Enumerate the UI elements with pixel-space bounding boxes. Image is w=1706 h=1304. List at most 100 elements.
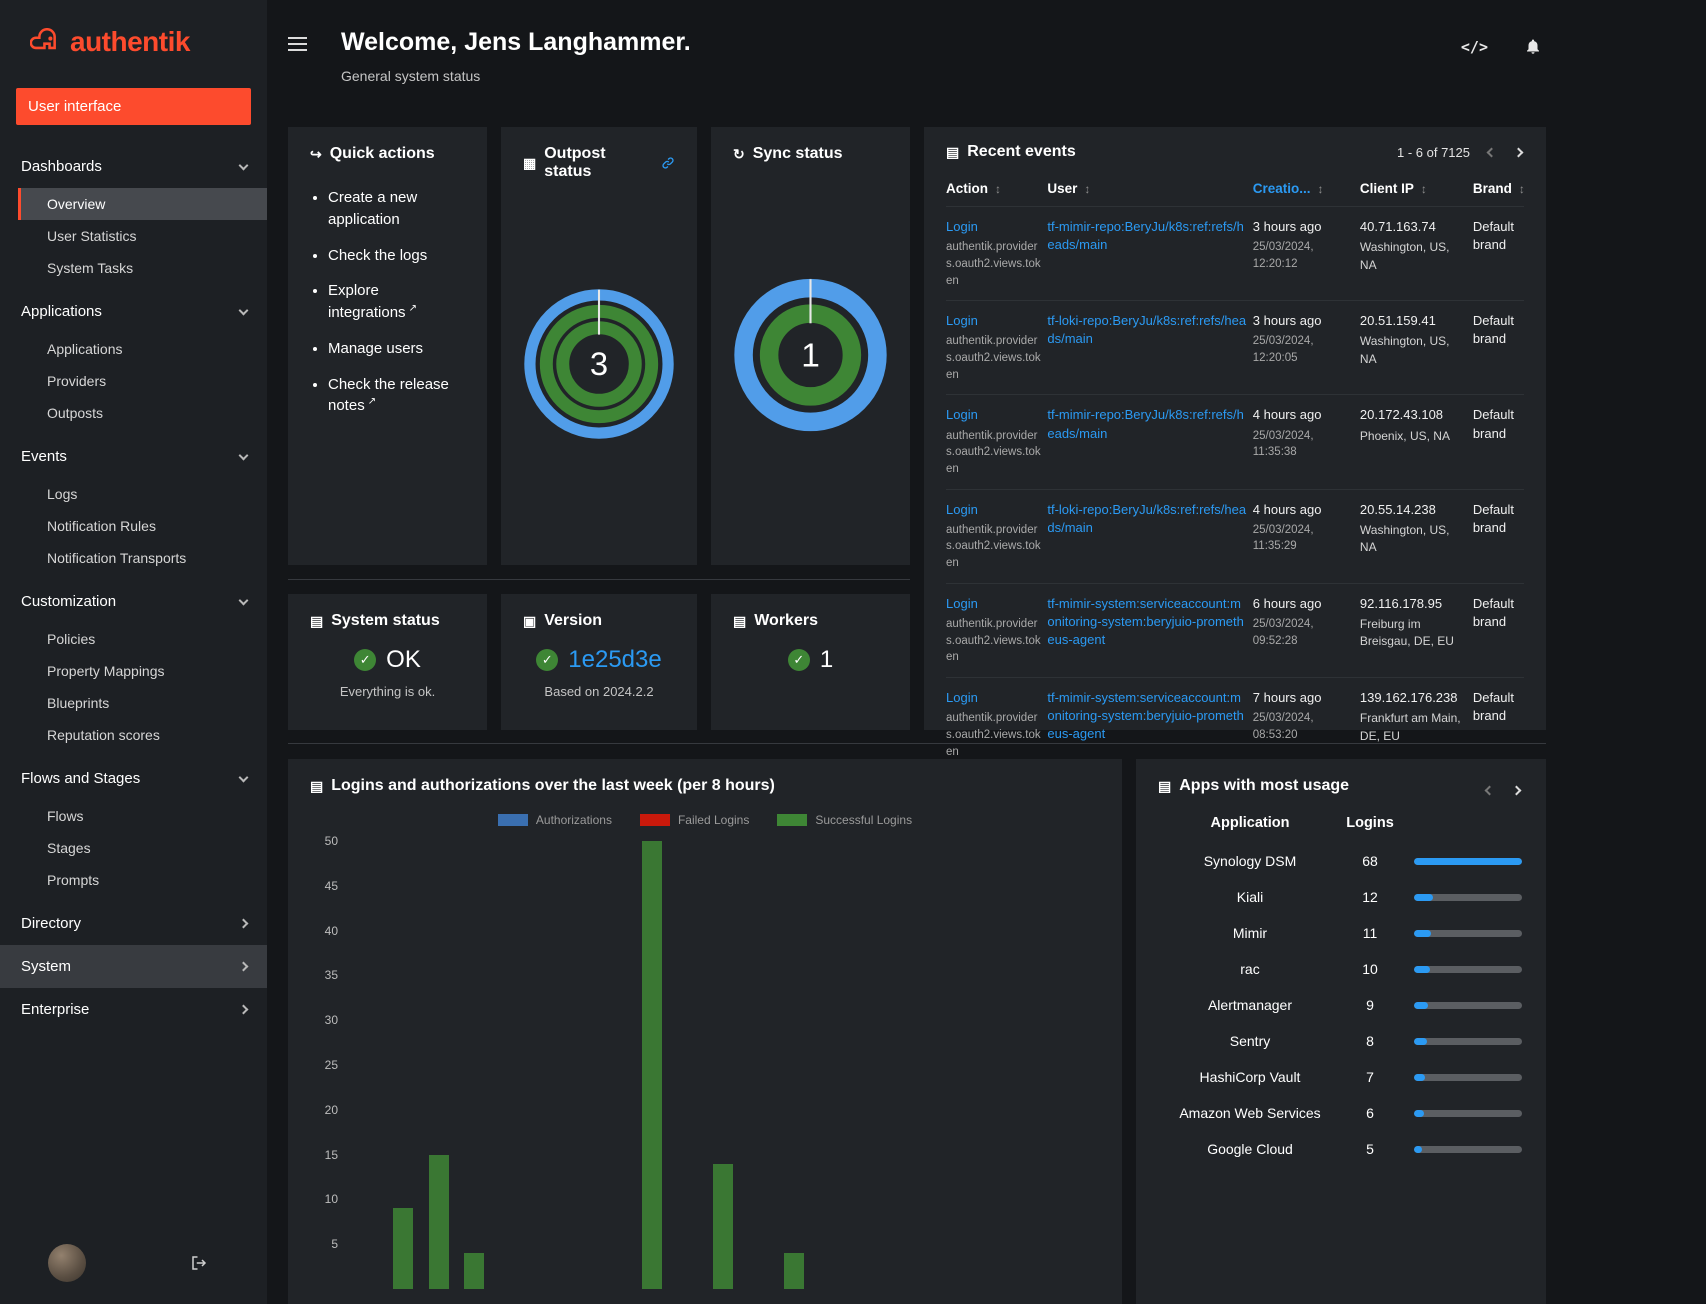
event-row[interactable]: Login authentik.providers.oauth2.views.to…: [946, 300, 1524, 394]
event-row[interactable]: Login authentik.providers.oauth2.views.to…: [946, 206, 1524, 300]
sidebar-item-logs[interactable]: Logs: [18, 478, 267, 510]
version-link[interactable]: 1e25d3e: [568, 646, 661, 674]
sidebar-section-enterprise[interactable]: Enterprise: [0, 988, 267, 1031]
quick-action-create-a-new-application[interactable]: Create a new application: [328, 187, 465, 231]
user-interface-button[interactable]: User interface: [16, 88, 251, 125]
event-action-link[interactable]: Login: [946, 219, 978, 234]
event-user-link[interactable]: tf-mimir-system:serviceaccount:monitorin…: [1047, 596, 1244, 647]
event-action-link[interactable]: Login: [946, 407, 978, 422]
event-user-link[interactable]: tf-mimir-system:serviceaccount:monitorin…: [1047, 690, 1244, 741]
quick-action-manage-users[interactable]: Manage users: [328, 338, 465, 360]
check-circle-icon: ✓: [354, 649, 377, 671]
column-header-action[interactable]: Action ↕: [946, 173, 1041, 206]
sidebar-footer: [0, 1226, 267, 1304]
apps-usage-row: HashiCorp Vault 7: [1158, 1059, 1524, 1095]
chart-bin: [1061, 841, 1097, 1289]
events-pagination-top: 1 - 6 of 7125: [1397, 145, 1524, 160]
legend-item-successful-logins: Successful Logins: [777, 813, 912, 827]
bar-successful-logins: [428, 1154, 449, 1289]
page-subtitle: General system status: [341, 68, 481, 84]
sidebar-item-property-mappings[interactable]: Property Mappings: [18, 655, 267, 687]
api-browser-icon[interactable]: </>: [1461, 38, 1488, 56]
event-user-link[interactable]: tf-mimir-repo:BeryJu/k8s:ref:refs/heads/…: [1047, 219, 1244, 252]
menu-toggle-button[interactable]: [288, 37, 307, 55]
link-icon[interactable]: [661, 156, 675, 170]
chart-title: Logins and authorizations over the last …: [331, 777, 775, 794]
sidebar-item-overview[interactable]: Overview: [18, 188, 267, 220]
card-title: Quick actions: [329, 145, 435, 162]
legend-item-authorizations: Authorizations: [497, 813, 612, 827]
chevron-down-icon: [238, 160, 249, 170]
chart-bin: [847, 841, 883, 1289]
sidebar-item-flows[interactable]: Flows: [18, 800, 267, 832]
event-row[interactable]: Login authentik.providers.oauth2.views.to…: [946, 488, 1524, 583]
sidebar-item-blueprints[interactable]: Blueprints: [18, 687, 267, 719]
sidebar-section-applications[interactable]: Applications: [0, 290, 267, 333]
usage-progress-bar: [1414, 1001, 1522, 1009]
legend-item-failed-logins: Failed Logins: [639, 813, 749, 827]
legend-swatch: [639, 814, 670, 826]
event-row[interactable]: Login authentik.providers.oauth2.views.to…: [946, 677, 1524, 771]
avatar[interactable]: [48, 1244, 86, 1282]
logout-button[interactable]: [189, 1254, 209, 1272]
logo-text: authentik: [70, 26, 190, 57]
sidebar-item-outposts[interactable]: Outposts: [18, 397, 267, 429]
chevron-right-icon: [238, 918, 249, 929]
page-title: Welcome, Jens Langhammer.: [341, 28, 691, 56]
sidebar-item-notification-rules[interactable]: Notification Rules: [18, 510, 267, 542]
sidebar-section-directory[interactable]: Directory: [0, 902, 267, 945]
sort-icon: ↕: [1084, 181, 1091, 196]
app-login-count: 8: [1366, 1033, 1374, 1049]
sidebar-section-dashboards[interactable]: Dashboards: [0, 145, 267, 188]
event-action-link[interactable]: Login: [946, 313, 978, 328]
sidebar-item-policies[interactable]: Policies: [18, 623, 267, 655]
event-action-link[interactable]: Login: [946, 690, 978, 705]
apps-usage-row: Alertmanager 9: [1158, 987, 1524, 1023]
sidebar-section-flows-and-stages[interactable]: Flows and Stages: [0, 757, 267, 800]
apps-usage-row: Amazon Web Services 6: [1158, 1095, 1524, 1131]
authentik-logo[interactable]: authentik: [0, 0, 267, 76]
quick-action-check-the-logs[interactable]: Check the logs: [328, 245, 465, 267]
sort-icon: ↕: [1518, 181, 1525, 196]
sidebar-section-system[interactable]: System: [0, 945, 267, 988]
quick-action-check-the-release-notes[interactable]: Check the release notes↗: [328, 374, 465, 418]
sidebar-item-notification-transports[interactable]: Notification Transports: [18, 542, 267, 574]
sidebar-item-reputation-scores[interactable]: Reputation scores: [18, 719, 267, 751]
y-tick-label: 50: [324, 834, 338, 848]
quick-action-explore-integrations[interactable]: Explore integrations↗: [328, 280, 465, 324]
system-status-card: ▤ System status ✓ OK Everything is ok.: [288, 594, 487, 730]
sidebar-item-stages[interactable]: Stages: [18, 832, 267, 864]
event-user-link[interactable]: tf-loki-repo:BeryJu/k8s:ref:refs/heads/m…: [1047, 313, 1246, 346]
event-row[interactable]: Login authentik.providers.oauth2.views.to…: [946, 394, 1524, 488]
recent-events-card: ▤ Recent events 1 - 6 of 7125 Action ↕ Use…: [924, 127, 1548, 798]
usage-progress-bar: [1414, 1109, 1522, 1117]
app-name: Mimir: [1232, 924, 1268, 941]
sidebar-item-user-statistics[interactable]: User Statistics: [18, 220, 267, 252]
sidebar-item-providers[interactable]: Providers: [18, 365, 267, 397]
bar-successful-logins: [464, 1253, 485, 1289]
pagination-next-button[interactable]: [1513, 147, 1524, 158]
event-action-link[interactable]: Login: [946, 502, 978, 517]
column-header-brand[interactable]: Brand ↕: [1473, 173, 1548, 206]
outpost-count: 3: [590, 345, 608, 382]
bar-successful-logins: [713, 1163, 734, 1289]
sidebar-section-events[interactable]: Events: [0, 435, 267, 478]
apps-usage-row: Mimir 11: [1158, 915, 1524, 951]
pagination-prev-button[interactable]: [1486, 147, 1497, 158]
notifications-button[interactable]: [1524, 38, 1542, 56]
app-name: Amazon Web Services: [1179, 1104, 1321, 1121]
column-header-user[interactable]: User ↕: [1047, 173, 1246, 206]
event-user-link[interactable]: tf-loki-repo:BeryJu/k8s:ref:refs/heads/m…: [1047, 502, 1246, 535]
column-header-creatio[interactable]: Creatio... ↕: [1253, 173, 1354, 206]
sidebar-item-system-tasks[interactable]: System Tasks: [18, 252, 267, 284]
share-icon: ↪: [310, 145, 322, 162]
event-user-link[interactable]: tf-mimir-repo:BeryJu/k8s:ref:refs/heads/…: [1047, 407, 1244, 440]
event-row[interactable]: Login authentik.providers.oauth2.views.to…: [946, 582, 1524, 677]
event-action-link[interactable]: Login: [946, 596, 978, 611]
apps-usage-table: Application Logins Synology DSM 68 Kiali 12…: [1158, 815, 1524, 1167]
sidebar-item-prompts[interactable]: Prompts: [18, 864, 267, 896]
sidebar-section-customization[interactable]: Customization: [0, 580, 267, 623]
usage-progress-bar: [1414, 1145, 1522, 1153]
column-header-client-ip[interactable]: Client IP ↕: [1360, 173, 1467, 206]
sidebar-item-applications[interactable]: Applications: [18, 333, 267, 365]
